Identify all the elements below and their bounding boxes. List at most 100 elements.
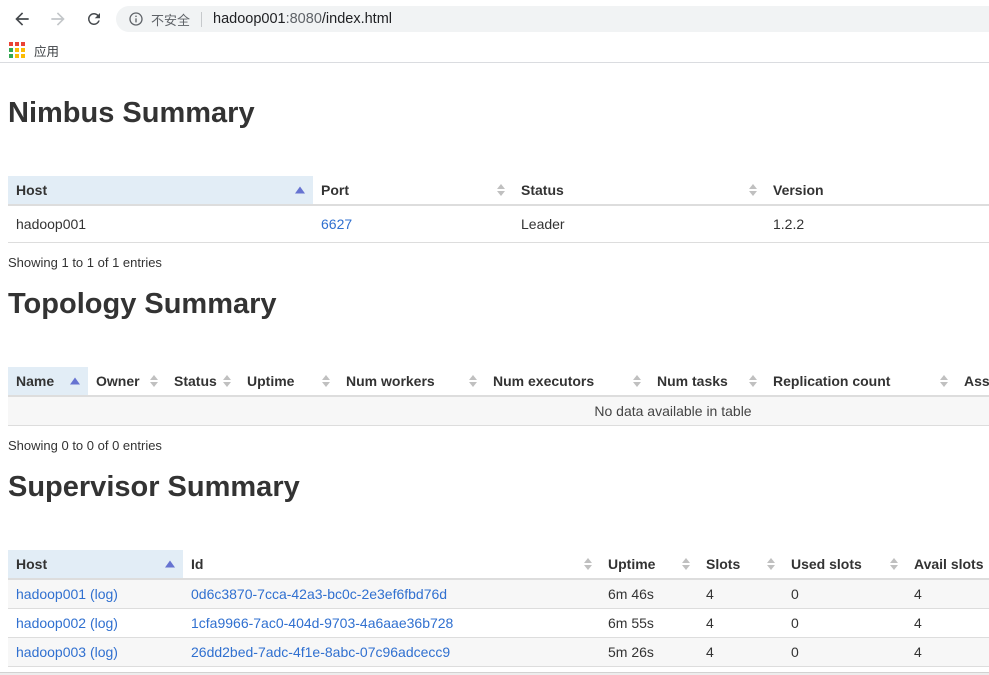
column-label: Name bbox=[16, 373, 54, 389]
apps-grid-dot bbox=[21, 48, 25, 52]
column-label: Owner bbox=[96, 373, 140, 389]
column-header-uptime[interactable]: Uptime bbox=[600, 550, 698, 579]
column-header-owner[interactable]: Owner bbox=[88, 367, 166, 396]
host-link[interactable]: hadoop003 (log) bbox=[16, 644, 118, 660]
column-label: Replication count bbox=[773, 373, 890, 389]
cell-id: 0d6c3870-7cca-42a3-bc0c-2e3ef6fbd76d bbox=[183, 579, 600, 609]
column-header-num-executors[interactable]: Num executors bbox=[485, 367, 649, 396]
sort-icon bbox=[322, 375, 330, 387]
column-header-status[interactable]: Status bbox=[166, 367, 239, 396]
empty-row: No data available in table bbox=[8, 396, 989, 426]
forward-arrow-icon bbox=[48, 9, 68, 29]
nimbus-entries-info: Showing 1 to 1 of 1 entries bbox=[8, 255, 989, 270]
column-header-slots[interactable]: Slots bbox=[698, 550, 783, 579]
forward-button[interactable] bbox=[46, 7, 70, 31]
column-label: Used slots bbox=[791, 556, 862, 572]
column-header-id[interactable]: Id bbox=[183, 550, 600, 579]
url-host: hadoop001 bbox=[213, 11, 286, 27]
port-link[interactable]: 6627 bbox=[321, 216, 352, 232]
bookmarks-bar: 应用 bbox=[0, 38, 989, 63]
sort-ascending-icon bbox=[295, 187, 305, 194]
back-button[interactable] bbox=[10, 7, 34, 31]
topology-summary-table: Name Owner Status Uptime Num workersNum exec… bbox=[8, 367, 989, 426]
cell-host: hadoop002 (log) bbox=[8, 609, 183, 638]
apps-grid-dot bbox=[21, 54, 25, 58]
column-header-assigned-mem-mb[interactable]: Assigned Mem (MB) bbox=[956, 367, 989, 396]
column-label: Num tasks bbox=[657, 373, 728, 389]
cell-slots: 4 bbox=[698, 609, 783, 638]
table-row: hadoop001 (log) 0d6c3870-7cca-42a3-bc0c-2… bbox=[8, 579, 989, 609]
apps-grid-dot bbox=[15, 48, 19, 52]
supervisor-summary-table: Host Id Uptime Slots Used slots Avail slots ha… bbox=[8, 550, 989, 667]
column-header-replication-count[interactable]: Replication count bbox=[765, 367, 956, 396]
url-port: :8080 bbox=[286, 11, 322, 27]
cell-uptime: 6m 46s bbox=[600, 579, 698, 609]
column-header-host[interactable]: Host bbox=[8, 176, 313, 205]
column-header-host[interactable]: Host bbox=[8, 550, 183, 579]
column-label: Uptime bbox=[247, 373, 294, 389]
address-bar[interactable]: 不安全 hadoop001:8080/index.html bbox=[116, 6, 989, 32]
column-header-avail-slots[interactable]: Avail slots bbox=[906, 550, 989, 579]
id-link[interactable]: 26dd2bed-7adc-4f1e-8abc-07c96adcecc9 bbox=[191, 644, 450, 660]
id-link[interactable]: 1cfa9966-7ac0-404d-9703-4a6aae36b728 bbox=[191, 615, 453, 631]
section-title-nimbus: Nimbus Summary bbox=[8, 97, 989, 130]
sort-icon bbox=[890, 558, 898, 570]
sort-icon bbox=[469, 375, 477, 387]
cell-uptime: 5m 26s bbox=[600, 638, 698, 667]
cell-avail-slots: 4 bbox=[906, 638, 989, 667]
sort-icon bbox=[150, 375, 158, 387]
cell-host: hadoop003 (log) bbox=[8, 638, 183, 667]
refresh-button[interactable] bbox=[82, 7, 106, 31]
host-link[interactable]: hadoop002 (log) bbox=[16, 615, 118, 631]
column-label: Host bbox=[16, 556, 47, 572]
column-header-version[interactable]: Version bbox=[765, 176, 989, 205]
cell-host: hadoop001 (log) bbox=[8, 579, 183, 609]
storm-ui-page: Nimbus Summary HostPortStatusVersionhado… bbox=[0, 63, 989, 667]
column-label: Host bbox=[16, 182, 47, 198]
apps-grid-dot bbox=[21, 42, 25, 46]
cell-slots: 4 bbox=[698, 638, 783, 667]
cell-id: 1cfa9966-7ac0-404d-9703-4a6aae36b728 bbox=[183, 609, 600, 638]
cell-uptime: 6m 55s bbox=[600, 609, 698, 638]
id-link[interactable]: 0d6c3870-7cca-42a3-bc0c-2e3ef6fbd76d bbox=[191, 586, 447, 602]
url-path: /index.html bbox=[322, 11, 392, 27]
column-header-name[interactable]: Name bbox=[8, 367, 88, 396]
back-arrow-icon bbox=[12, 9, 32, 29]
url-text: hadoop001:8080/index.html bbox=[213, 11, 392, 27]
cell-used-slots: 0 bbox=[783, 638, 906, 667]
column-header-port[interactable]: Port bbox=[313, 176, 513, 205]
table-row: hadoop002 (log) 1cfa9966-7ac0-404d-9703-4… bbox=[8, 609, 989, 638]
header-row: Name Owner Status Uptime Num workersNum exec… bbox=[8, 367, 989, 396]
sort-icon bbox=[767, 558, 775, 570]
sort-icon bbox=[633, 375, 641, 387]
column-header-num-workers[interactable]: Num workers bbox=[338, 367, 485, 396]
apps-grid-dot bbox=[15, 42, 19, 46]
sort-ascending-icon bbox=[165, 561, 175, 568]
empty-message: No data available in table bbox=[8, 396, 989, 426]
cell-avail-slots: 4 bbox=[906, 609, 989, 638]
column-label: Avail slots bbox=[914, 556, 984, 572]
column-label: Uptime bbox=[608, 556, 655, 572]
apps-grid-dot bbox=[15, 54, 19, 58]
column-header-uptime[interactable]: Uptime bbox=[239, 367, 338, 396]
topology-entries-info: Showing 0 to 0 of 0 entries bbox=[8, 438, 989, 453]
cell-avail-slots: 4 bbox=[906, 579, 989, 609]
column-label: Assigned Mem (MB) bbox=[964, 373, 989, 389]
sort-icon bbox=[223, 375, 231, 387]
sort-icon bbox=[940, 375, 948, 387]
column-header-status[interactable]: Status bbox=[513, 176, 765, 205]
sort-icon bbox=[497, 184, 505, 196]
column-header-num-tasks[interactable]: Num tasks bbox=[649, 367, 765, 396]
cell-status: Leader bbox=[513, 205, 765, 243]
apps-grid-dot bbox=[9, 54, 13, 58]
apps-grid-icon[interactable] bbox=[9, 42, 25, 58]
apps-bookmark-label[interactable]: 应用 bbox=[34, 41, 59, 60]
column-header-used-slots[interactable]: Used slots bbox=[783, 550, 906, 579]
host-link[interactable]: hadoop001 (log) bbox=[16, 586, 118, 602]
cell-slots: 4 bbox=[698, 579, 783, 609]
sort-ascending-icon bbox=[70, 378, 80, 385]
url-separator bbox=[201, 12, 202, 27]
site-info-icon[interactable] bbox=[128, 11, 144, 27]
cell-version: 1.2.2 bbox=[765, 205, 989, 243]
sort-icon bbox=[584, 558, 592, 570]
